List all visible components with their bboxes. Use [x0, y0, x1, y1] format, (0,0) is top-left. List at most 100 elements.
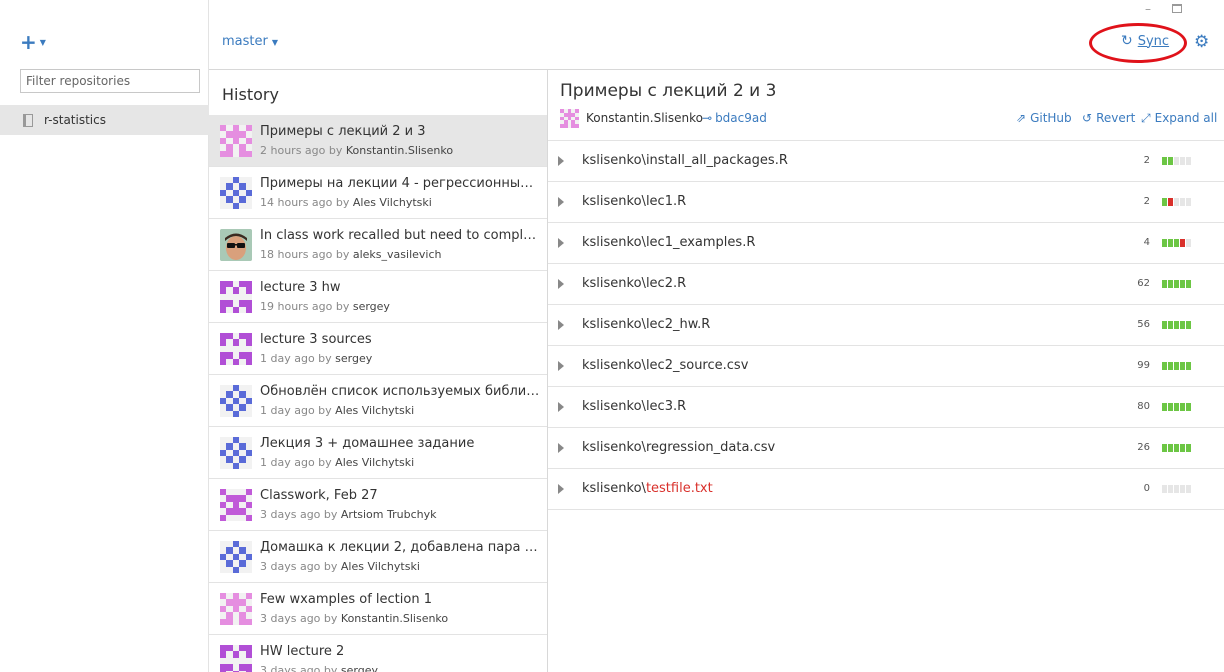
expand-arrow-icon[interactable]: [558, 484, 564, 494]
expand-icon: ⤢: [1141, 111, 1151, 125]
file-path: kslisenko\lec2.R: [582, 276, 686, 291]
expand-arrow-icon[interactable]: [558, 197, 564, 207]
file-path: kslisenko\lec2_hw.R: [582, 317, 710, 332]
book-icon: [23, 113, 33, 127]
identicon-cell: [246, 463, 252, 469]
file-name: install_all_packages.R: [645, 153, 788, 168]
file-path: kslisenko\lec1.R: [582, 194, 686, 209]
commit-sha-link[interactable]: ⊸ bdac9ad: [702, 111, 767, 125]
change-count: 62: [1137, 278, 1150, 289]
commit-detail-panel: Примеры с лекций 2 и 3 Konstantin.Slisen…: [548, 70, 1224, 672]
identicon-avatar: [220, 593, 252, 625]
filter-repositories-input[interactable]: [20, 69, 200, 93]
expand-arrow-icon[interactable]: [558, 320, 564, 330]
commit-time: 3 days ago by: [260, 664, 338, 672]
commit-row[interactable]: In class work recalled but need to compl…: [209, 219, 547, 271]
diffstat-bar: [1162, 321, 1191, 329]
commit-row[interactable]: lecture 3 sources 1 day ago by sergey: [209, 323, 547, 375]
expand-all-button[interactable]: ⤢ Expand all: [1141, 111, 1217, 126]
commit-row[interactable]: Few wxamples of lection 1 3 days ago by K…: [209, 583, 547, 635]
commit-row[interactable]: Примеры с лекций 2 и 3 2 hours ago by Kon…: [209, 115, 547, 167]
file-path: kslisenko\testfile.txt: [582, 481, 713, 496]
diffstat-addition: [1168, 239, 1173, 247]
maximize-window-button[interactable]: [1172, 4, 1182, 13]
diffstat-deletion: [1180, 239, 1185, 247]
commit-row[interactable]: Classwork, Feb 27 3 days ago by Artsiom T…: [209, 479, 547, 531]
expand-arrow-icon[interactable]: [558, 443, 564, 453]
commit-time: 19 hours ago by: [260, 300, 350, 313]
commit-title: Примеры с лекций 2 и 3: [560, 81, 777, 101]
commit-meta: 19 hours ago by sergey: [260, 300, 390, 313]
identicon-avatar: [220, 125, 252, 157]
revert-button[interactable]: ↺ Revert: [1082, 111, 1135, 125]
expand-arrow-icon[interactable]: [558, 156, 564, 166]
commit-sha: bdac9ad: [715, 111, 767, 125]
commit-time: 3 days ago by: [260, 612, 338, 625]
diffstat-addition: [1162, 157, 1167, 165]
file-directory: kslisenko\: [582, 276, 646, 291]
commit-time: 1 day ago by: [260, 352, 332, 365]
commit-list: Примеры с лекций 2 и 3 2 hours ago by Kon…: [209, 115, 547, 672]
history-panel: History Примеры с лекций 2 и 3 2 hours ag…: [209, 70, 548, 672]
commit-row[interactable]: Примеры на лекции 4 - регрессионный а...…: [209, 167, 547, 219]
diffstat-addition: [1174, 321, 1179, 329]
diffstat-addition: [1162, 362, 1167, 370]
expand-arrow-icon[interactable]: [558, 279, 564, 289]
identicon-cell: [246, 203, 252, 209]
open-on-github-button[interactable]: ⇗ GitHub: [1016, 111, 1072, 125]
changed-file-row[interactable]: kslisenko\testfile.txt 0: [548, 469, 1224, 510]
avatar-photo: [220, 229, 252, 261]
identicon-cell: [245, 618, 252, 625]
expand-arrow-icon[interactable]: [558, 238, 564, 248]
file-path: kslisenko\regression_data.csv: [582, 440, 775, 455]
changed-file-row[interactable]: kslisenko\regression_data.csv 26: [548, 428, 1224, 469]
commit-row[interactable]: Домашка к лекции 2, добавлена пара гра..…: [209, 531, 547, 583]
diffstat-addition: [1168, 280, 1173, 288]
change-count: 26: [1137, 442, 1150, 453]
commit-author: Konstantin.Slisenko: [345, 144, 454, 157]
changed-file-row[interactable]: kslisenko\lec2_source.csv 99: [548, 346, 1224, 387]
commit-row[interactable]: lecture 3 hw 19 hours ago by sergey: [209, 271, 547, 323]
file-name: regression_data.csv: [645, 440, 776, 455]
changed-file-row[interactable]: kslisenko\lec2.R 62: [548, 264, 1224, 305]
commit-author: Ales Vilchytski: [352, 196, 432, 209]
changed-file-row[interactable]: kslisenko\lec2_hw.R 56: [548, 305, 1224, 346]
identicon-cell: [246, 567, 252, 573]
commit-message: In class work recalled but need to compl…: [260, 228, 540, 243]
commit-meta: 18 hours ago by aleks_vasilevich: [260, 248, 441, 261]
commit-row[interactable]: Обновлён список используемых библиот... 1…: [209, 375, 547, 427]
diffstat-neutral: [1174, 198, 1179, 206]
diffstat-neutral: [1186, 239, 1191, 247]
diffstat-addition: [1162, 280, 1167, 288]
commit-meta: 14 hours ago by Ales Vilchytski: [260, 196, 432, 209]
identicon-cell: [246, 411, 252, 417]
file-directory: kslisenko\: [582, 235, 646, 250]
commit-meta: 1 day ago by sergey: [260, 352, 372, 365]
changed-file-row[interactable]: kslisenko\lec1_examples.R 4: [548, 223, 1224, 264]
add-repository-button[interactable]: + ▼: [20, 32, 50, 52]
author-avatar: [560, 109, 579, 128]
changed-file-row[interactable]: kslisenko\install_all_packages.R 2: [548, 141, 1224, 182]
changed-file-row[interactable]: kslisenko\lec3.R 80: [548, 387, 1224, 428]
expand-arrow-icon[interactable]: [558, 402, 564, 412]
identicon-cell: [245, 306, 252, 313]
minimize-window-button[interactable]: –: [1145, 2, 1157, 16]
diffstat-addition: [1162, 321, 1167, 329]
sync-button[interactable]: ↻ Sync: [1121, 33, 1169, 49]
settings-button[interactable]: ⚙: [1194, 32, 1209, 52]
diffstat-addition: [1174, 444, 1179, 452]
chevron-down-icon: ▼: [271, 38, 278, 47]
commit-row[interactable]: Лекция 3 + домашнее задание 1 day ago by …: [209, 427, 547, 479]
diffstat-addition: [1168, 321, 1173, 329]
commit-row[interactable]: HW lecture 2 3 days ago by sergey: [209, 635, 547, 672]
identicon-avatar: [220, 281, 252, 313]
diffstat-addition: [1162, 198, 1167, 206]
identicon-avatar: [220, 385, 252, 417]
changed-file-row[interactable]: kslisenko\lec1.R 2: [548, 182, 1224, 223]
sidebar-item-r-statistics[interactable]: r-statistics: [0, 105, 209, 135]
diffstat-bar: [1162, 444, 1191, 452]
diffstat-neutral: [1186, 198, 1191, 206]
diffstat-addition: [1186, 403, 1191, 411]
branch-selector[interactable]: master ▼: [222, 34, 278, 49]
expand-arrow-icon[interactable]: [558, 361, 564, 371]
